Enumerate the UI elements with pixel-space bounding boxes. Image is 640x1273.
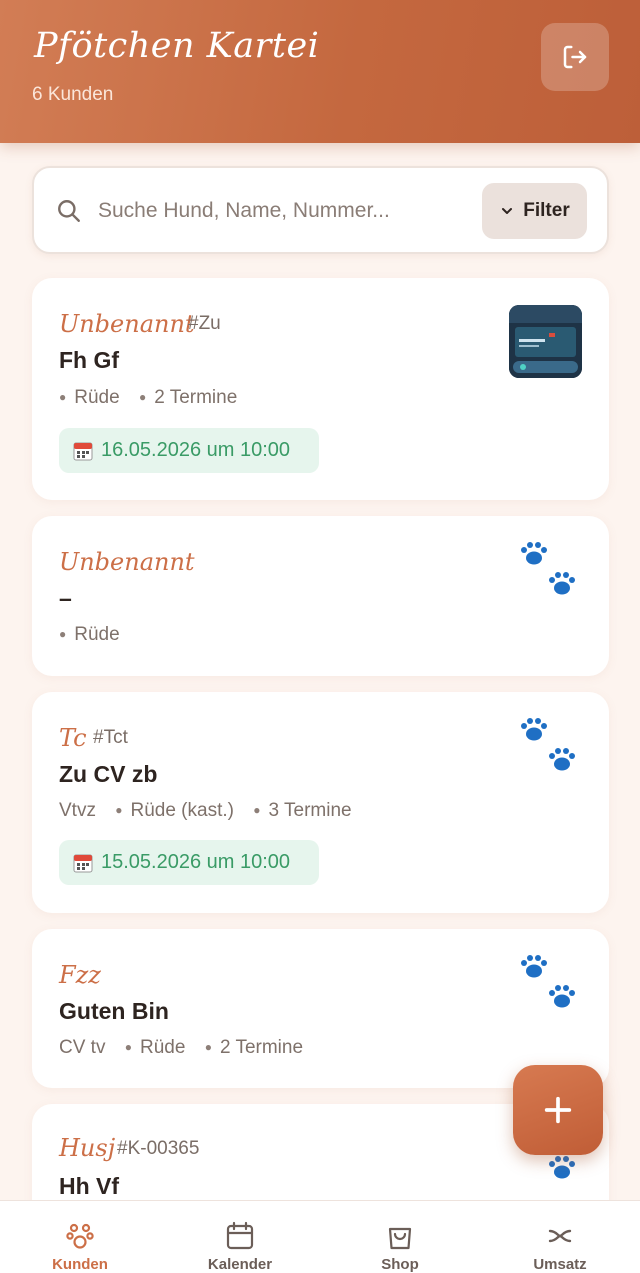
customer-id: #Tct — [93, 727, 128, 748]
customer-id: #Zu — [188, 313, 221, 334]
gender: Rüde — [74, 624, 120, 645]
plus-icon — [544, 1096, 572, 1124]
dog-name: Tc — [59, 724, 87, 752]
dog-name: Unbenannt — [59, 310, 195, 338]
app-title: Pfötchen Kartei — [34, 26, 320, 66]
customer-card[interactable]: Unbenannt #Zu Fh Gf ● Rüde ● 2 Termine 16.… — [32, 278, 609, 500]
calendar-icon — [73, 442, 93, 460]
card-meta: ● Rüde — [59, 624, 120, 645]
gender: Rüde (kast.) — [130, 800, 234, 821]
owner-name: Fh Gf — [59, 347, 120, 373]
filter-button[interactable]: Filter — [482, 183, 587, 239]
owner-name: Zu CV zb — [59, 761, 158, 787]
add-customer-button[interactable] — [513, 1065, 603, 1155]
dog-name: Fzz — [59, 961, 101, 989]
paw-icon — [521, 955, 575, 1008]
search-icon — [58, 200, 80, 222]
owner-name: Guten Bin — [59, 998, 169, 1024]
nav-label: Shop — [381, 1256, 419, 1273]
appointment-datetime: 16.05.2026 um 10:00 — [101, 439, 291, 461]
breed: Vtvz — [59, 800, 96, 821]
next-appointment-badge: 15.05.2026 um 10:00 — [59, 840, 319, 885]
app-header: Pfötchen Kartei 6 Kunden — [0, 0, 640, 143]
customer-count: 6 Kunden — [32, 84, 114, 105]
owner-name: – — [59, 585, 72, 611]
appointment-count: 3 Termine — [268, 800, 352, 821]
logout-icon — [563, 45, 587, 69]
nav-label: Kalender — [207, 1256, 273, 1273]
paw-outline-icon — [66, 1223, 94, 1249]
dog-photo — [509, 305, 582, 378]
nav-item-umsatz[interactable]: Umsatz — [480, 1201, 640, 1273]
card-meta: Vtvz ● Rüde (kast.) ● 3 Termine — [59, 800, 352, 821]
card-meta: ● Rüde ● 2 Termine — [59, 387, 238, 408]
paw-icon — [521, 718, 575, 771]
nav-item-kalender[interactable]: Kalender — [160, 1201, 320, 1273]
search-input[interactable] — [98, 188, 478, 234]
breed: CV tv — [59, 1037, 106, 1058]
customer-card[interactable]: Fzz Guten Bin CV tv ● Rüde ● 2 Termine — [32, 929, 609, 1088]
dog-name: Unbenannt — [59, 548, 195, 576]
gender: Rüde — [74, 387, 120, 408]
customer-id: #K-00365 — [117, 1138, 200, 1159]
card-meta: CV tv ● Rüde ● 2 Termine — [59, 1037, 304, 1058]
search-bar: Filter — [32, 166, 609, 254]
appointment-count: 2 Termine — [154, 387, 238, 408]
nav-label: Umsatz — [533, 1256, 587, 1273]
nav-label: Kunden — [52, 1256, 108, 1273]
appointment-datetime: 15.05.2026 um 10:00 — [101, 851, 291, 873]
paw-icon — [521, 542, 575, 595]
gender: Rüde — [139, 1037, 186, 1058]
shopping-bag-icon — [388, 1227, 412, 1250]
next-appointment-badge: 16.05.2026 um 10:00 — [59, 428, 319, 473]
filter-label: Filter — [523, 200, 570, 221]
nav-item-shop[interactable]: Shop — [320, 1201, 480, 1273]
customer-card[interactable]: Unbenannt – ● Rüde — [32, 516, 609, 676]
appointment-count: 2 Termine — [219, 1037, 304, 1058]
nav-item-kunden[interactable]: Kunden — [0, 1201, 160, 1273]
dog-name: Husj — [59, 1134, 116, 1162]
logout-button[interactable] — [541, 23, 609, 91]
customer-card[interactable]: Tc #Tct Zu CV zb Vtvz ● Rüde (kast.) ● 3 T… — [32, 692, 609, 913]
revenue-icon — [548, 1229, 572, 1243]
bottom-navigation: Kunden Kalender Shop Umsatz — [0, 1200, 640, 1273]
calendar-icon — [226, 1221, 254, 1250]
chevron-down-icon — [502, 208, 513, 214]
owner-name: Hh Vf — [59, 1173, 120, 1199]
calendar-icon — [73, 854, 93, 872]
